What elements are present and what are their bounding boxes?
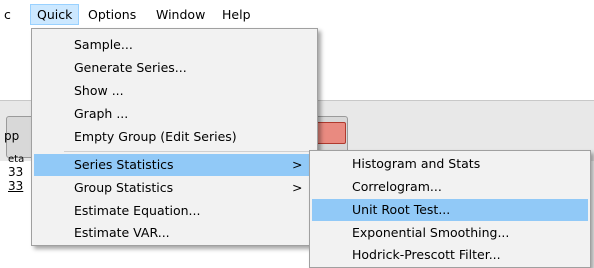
- menubar-item-c[interactable]: c: [0, 5, 17, 24]
- menu-item-sample[interactable]: Sample...: [34, 34, 315, 56]
- menu-item-estimate-equation[interactable]: Estimate Equation...: [34, 200, 315, 222]
- chevron-right-icon: >: [292, 157, 303, 172]
- quick-menu: Sample... Generate Series... Show ... Gr…: [31, 28, 318, 246]
- chevron-right-icon: >: [292, 180, 303, 195]
- background-text-fragment: 33: [8, 165, 24, 179]
- menubar-item-quick[interactable]: Quick: [30, 4, 80, 25]
- submenu-item-exponential-smoothing[interactable]: Exponential Smoothing...: [312, 222, 588, 244]
- menu-item-empty-group[interactable]: Empty Group (Edit Series): [34, 126, 315, 148]
- series-statistics-submenu: Histogram and Stats Correlogram... Unit …: [309, 150, 591, 268]
- menu-item-graph[interactable]: Graph ...: [34, 103, 315, 125]
- menu-item-show[interactable]: Show ...: [34, 80, 315, 102]
- submenu-item-correlogram[interactable]: Correlogram...: [312, 176, 588, 198]
- menu-bar: c Quick Options Window Help: [0, 0, 594, 28]
- background-text-fragment: pp: [4, 129, 20, 143]
- menubar-item-window[interactable]: Window: [150, 5, 211, 24]
- menubar-item-help[interactable]: Help: [216, 5, 257, 24]
- menubar-item-options[interactable]: Options: [82, 5, 142, 24]
- background-text-fragment: 33: [8, 179, 24, 193]
- menu-separator: [64, 151, 314, 152]
- menu-item-group-statistics[interactable]: Group Statistics >: [34, 177, 315, 199]
- menu-item-generate-series[interactable]: Generate Series...: [34, 57, 315, 79]
- menu-item-series-statistics[interactable]: Series Statistics >: [34, 154, 315, 176]
- submenu-item-unit-root-test[interactable]: Unit Root Test...: [312, 199, 588, 221]
- submenu-item-histogram-and-stats[interactable]: Histogram and Stats: [312, 153, 588, 175]
- submenu-item-hodrick-prescott-filter[interactable]: Hodrick-Prescott Filter...: [312, 244, 588, 266]
- menu-item-estimate-var[interactable]: Estimate VAR...: [34, 222, 315, 244]
